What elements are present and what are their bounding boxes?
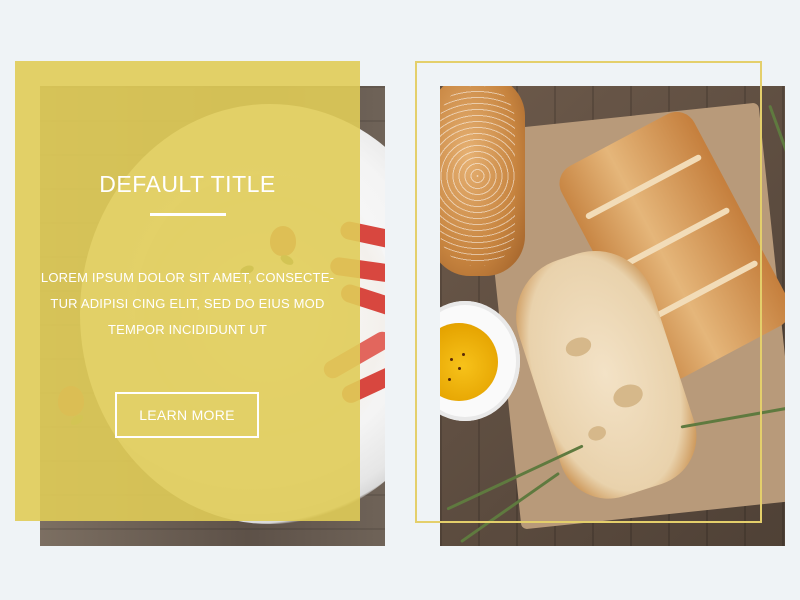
card-title: DEFAULT TITLE	[99, 171, 276, 197]
card-description: LOREM IPSUM DOLOR SIT AMET, CONSECTE-TUR…	[40, 270, 335, 337]
rosemary-sprig	[768, 104, 785, 191]
right-card-frame	[415, 61, 762, 523]
learn-more-button[interactable]: LEARN MORE	[115, 392, 259, 438]
left-card-overlay: DEFAULT TITLE LOREM IPSUM DOLOR SIT AMET…	[15, 61, 360, 521]
title-underline	[150, 213, 226, 216]
